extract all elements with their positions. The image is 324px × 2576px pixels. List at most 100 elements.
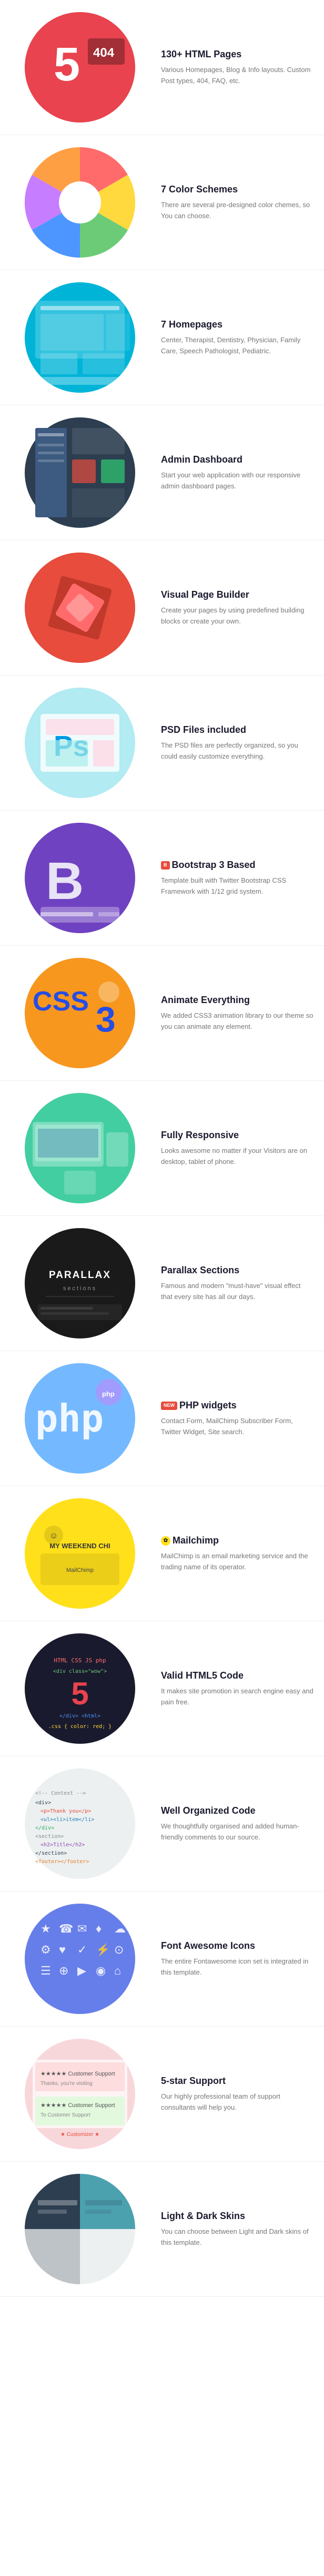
feature-content-admin-dashboard: Admin DashboardStart your web applicatio… [149, 454, 313, 492]
svg-text:★★★★★ Customer Support: ★★★★★ Customer Support [40, 2071, 115, 2077]
svg-text:★: ★ [40, 1922, 51, 1935]
feature-desc-php-widgets: Contact Form, MailChimp Subscriber Form,… [161, 1416, 313, 1438]
svg-text:☎: ☎ [59, 1922, 73, 1935]
features-list: 5 404 130+ HTML PagesVarious Homepages, … [0, 0, 324, 2297]
feature-item-color-schemes: 7 Color Schemes There are several pre-des… [0, 135, 324, 270]
feature-content-color-schemes: 7 Color Schemes There are several pre-des… [149, 183, 313, 222]
feature-title-font-awesome: Font Awesome Icons [161, 1940, 313, 1952]
feature-image-responsive [11, 1090, 149, 1206]
svg-text:◉: ◉ [96, 1964, 106, 1977]
feature-item-html5-code: HTML CSS JS php <div class="wow"> 5 </di… [0, 1621, 324, 1756]
feature-content-html5-code: Valid HTML5 CodeIt makes site promotion … [149, 1670, 313, 1708]
feature-image-html5-code: HTML CSS JS php <div class="wow"> 5 </di… [11, 1631, 149, 1746]
feature-content-page-builder: Visual Page BuilderCreate your pages by … [149, 589, 313, 627]
svg-text:.css { color: red; }: .css { color: red; } [48, 1724, 112, 1730]
svg-text:☺: ☺ [49, 1531, 58, 1540]
feature-content-mailchimp: ✿Mailchimp MailChimp is an email marketin… [149, 1535, 313, 1573]
bootstrap-badge: B [161, 861, 170, 870]
feature-item-responsive: Fully ResponsiveLooks awesome no matter … [0, 1081, 324, 1216]
svg-text:To Customer Support: To Customer Support [40, 2112, 90, 2118]
feature-desc-animate: We added CSS3 animation library to our t… [161, 1010, 313, 1033]
feature-content-php-widgets: NEWPHP widgets Contact Form, MailChimp Su… [149, 1399, 313, 1438]
feature-item-organized-code: <!-- Context --> <div> <p>Thank you</p> … [0, 1756, 324, 1892]
svg-text:sections: sections [63, 1285, 97, 1292]
feature-desc-psd-files: The PSD files are perfectly organized, s… [161, 740, 313, 762]
svg-text:php: php [102, 1390, 115, 1398]
svg-text:<h2>Title</h2>: <h2>Title</h2> [40, 1842, 85, 1848]
svg-text:☁: ☁ [114, 1922, 126, 1935]
feature-item-homepages: 7 HomepagesCenter, Therapist, Dentistry,… [0, 270, 324, 405]
svg-text:☰: ☰ [40, 1964, 51, 1977]
svg-text:✓: ✓ [77, 1943, 87, 1956]
feature-item-php-widgets: php php NEWPHP widgets Contact Form, Mail… [0, 1351, 324, 1486]
feature-content-organized-code: Well Organized Code We thoughtfully organ… [149, 1805, 313, 1843]
feature-image-font-awesome: ★☎✉♦☁⚙♥✓⚡⊙☰⊕▶◉⌂ [11, 1901, 149, 2017]
feature-image-html-pages: 5 404 [11, 9, 149, 125]
svg-text:♥: ♥ [59, 1943, 66, 1956]
feature-title-psd-files: PSD Files included [161, 724, 313, 736]
feature-desc-dark-skins: You can choose between Light and Dark sk… [161, 2226, 313, 2248]
feature-item-admin-dashboard: Admin DashboardStart your web applicatio… [0, 405, 324, 540]
feature-title-parallax: Parallax Sections [161, 1264, 313, 1276]
feature-content-animate: Animate Everything We added CSS3 animatio… [149, 994, 313, 1033]
feature-image-homepages [11, 280, 149, 395]
svg-text:⚙: ⚙ [40, 1943, 51, 1956]
svg-text:MailChimp: MailChimp [66, 1567, 94, 1573]
svg-text:<div class="wow">: <div class="wow"> [53, 1669, 107, 1674]
svg-text:</section>: </section> [35, 1851, 67, 1856]
feature-image-color-schemes [11, 145, 149, 260]
svg-text:</div> <html>: </div> <html> [59, 1713, 100, 1719]
feature-desc-html-pages: Various Homepages, Blog & Info layouts. … [161, 65, 313, 87]
feature-desc-support: Our highly professional team of support … [161, 2091, 313, 2113]
feature-desc-font-awesome: The entire Fontawesome icon set is integ… [161, 1956, 313, 1978]
svg-text:MY WEEKEND CHI: MY WEEKEND CHI [49, 1542, 110, 1550]
feature-image-parallax: PARALLAX sections [11, 1225, 149, 1341]
svg-text:PARALLAX: PARALLAX [49, 1270, 111, 1281]
feature-image-bootstrap: B [11, 820, 149, 936]
feature-image-mailchimp: MY WEEKEND CHI MailChimp ☺ [11, 1496, 149, 1611]
feature-image-php-widgets: php php [11, 1361, 149, 1476]
svg-text:5: 5 [71, 1676, 88, 1711]
feature-content-homepages: 7 HomepagesCenter, Therapist, Dentistry,… [149, 319, 313, 357]
feature-desc-responsive: Looks awesome no matter if your Visitors… [161, 1146, 313, 1168]
feature-desc-mailchimp: MailChimp is an email marketing service … [161, 1551, 313, 1573]
feature-desc-color-schemes: There are several pre-designed color che… [161, 200, 313, 222]
feature-image-organized-code: <!-- Context --> <div> <p>Thank you</p> … [11, 1766, 149, 1882]
feature-desc-page-builder: Create your pages by using predefined bu… [161, 605, 313, 627]
svg-text:5: 5 [54, 38, 80, 91]
svg-text:✉: ✉ [77, 1922, 87, 1935]
svg-text:▶: ▶ [77, 1964, 86, 1977]
feature-image-dark-skins [11, 2171, 149, 2287]
svg-text:⊕: ⊕ [59, 1964, 68, 1977]
svg-text:</div>: </div> [35, 1825, 54, 1831]
feature-content-html-pages: 130+ HTML PagesVarious Homepages, Blog &… [149, 48, 313, 87]
svg-text:<!-- Context -->: <!-- Context --> [35, 1791, 86, 1796]
svg-text:<div>: <div> [35, 1800, 51, 1806]
feature-item-psd-files: Ps PSD Files included The PSD files are p… [0, 676, 324, 811]
feature-title-organized-code: Well Organized Code [161, 1805, 313, 1817]
svg-text:⌂: ⌂ [114, 1964, 121, 1977]
svg-text:<section>: <section> [35, 1834, 64, 1839]
feature-content-font-awesome: Font Awesome Icons The entire Fontawesome… [149, 1940, 313, 1978]
svg-text:php: php [35, 1396, 104, 1440]
feature-title-bootstrap: BBootstrap 3 Based [161, 859, 313, 871]
svg-text:♦: ♦ [96, 1922, 102, 1935]
feature-item-html-pages: 5 404 130+ HTML PagesVarious Homepages, … [0, 0, 324, 135]
feature-image-psd-files: Ps [11, 685, 149, 801]
feature-title-color-schemes: 7 Color Schemes [161, 183, 313, 196]
feature-desc-organized-code: We thoughtfully organised and added huma… [161, 1821, 313, 1843]
svg-text:<footer></footer>: <footer></footer> [35, 1859, 89, 1865]
feature-title-php-widgets: NEWPHP widgets [161, 1399, 313, 1412]
feature-item-font-awesome: ★☎✉♦☁⚙♥✓⚡⊙☰⊕▶◉⌂Font Awesome IconsThe ent… [0, 1892, 324, 2027]
feature-image-admin-dashboard [11, 415, 149, 530]
feature-title-mailchimp: ✿Mailchimp [161, 1535, 313, 1547]
feature-title-animate: Animate Everything [161, 994, 313, 1006]
feature-image-support: ★★★★★ Customer Support Thanks, you're vi… [11, 2036, 149, 2152]
svg-text:3: 3 [96, 999, 116, 1039]
svg-text:⊙: ⊙ [114, 1943, 124, 1956]
feature-title-admin-dashboard: Admin Dashboard [161, 454, 313, 466]
feature-content-dark-skins: Light & Dark SkinsYou can choose between… [149, 2210, 313, 2248]
feature-item-mailchimp: MY WEEKEND CHI MailChimp ☺ ✿Mailchimp Mai… [0, 1486, 324, 1621]
mailchimp-icon: ✿ [161, 1536, 170, 1546]
svg-text:CSS: CSS [33, 986, 89, 1017]
